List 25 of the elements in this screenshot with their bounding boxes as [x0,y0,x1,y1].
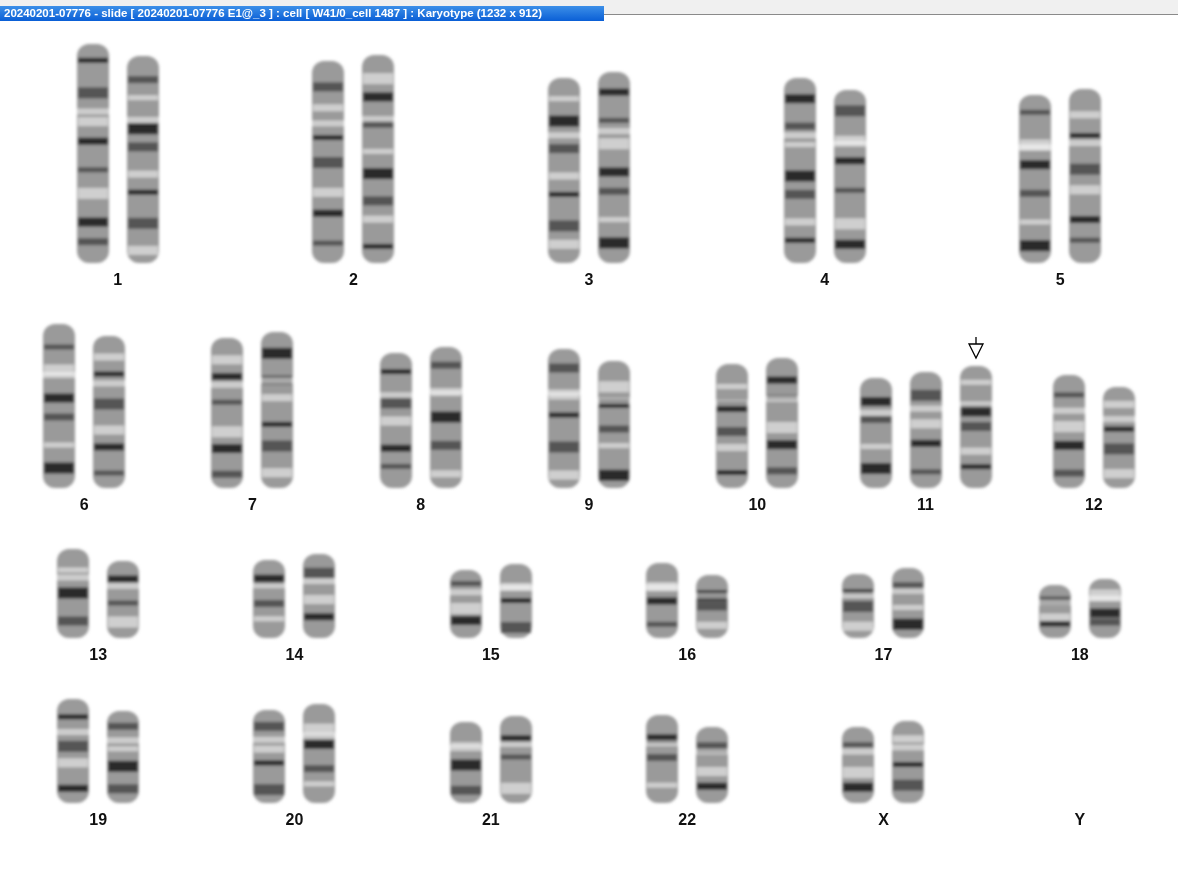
chromosome-label: 16 [678,645,697,665]
chromosome-label: 22 [678,810,697,830]
chromosome-label: 19 [89,810,108,830]
chromosome-label: 6 [79,495,89,515]
chromosome-label: 20 [285,810,304,830]
chromosome-label: 13 [89,645,108,665]
chromosome-label: 21 [481,810,500,830]
chromosome-label: 15 [481,645,500,665]
chromosome-label: 4 [820,270,830,290]
chromosome-label: 1 [113,270,123,290]
window-title: 20240201-07776 - slide [ 20240201-07776 E1@_3 ] : cell [ W41/0_cell 1487 ] : Karyotype (1232 x 912) [0,6,604,21]
chromosome-label: 14 [285,645,304,665]
chromosome-label: 17 [874,645,893,665]
chromosome-label: 9 [584,495,594,515]
chromosome-label: 8 [416,495,426,515]
chromosome-label: X [878,810,889,830]
chromosome-label: 18 [1070,645,1089,665]
chromosome-label: 3 [584,270,594,290]
chromosome-label: 2 [348,270,358,290]
chromosome-label: 5 [1055,270,1065,290]
chromosome-label: 7 [247,495,257,515]
chromosome-label: 10 [748,495,767,515]
chromosome-label: 11 [917,495,934,515]
chromosome-label: Y [1074,810,1086,830]
chromosome-label: 12 [1084,495,1103,515]
